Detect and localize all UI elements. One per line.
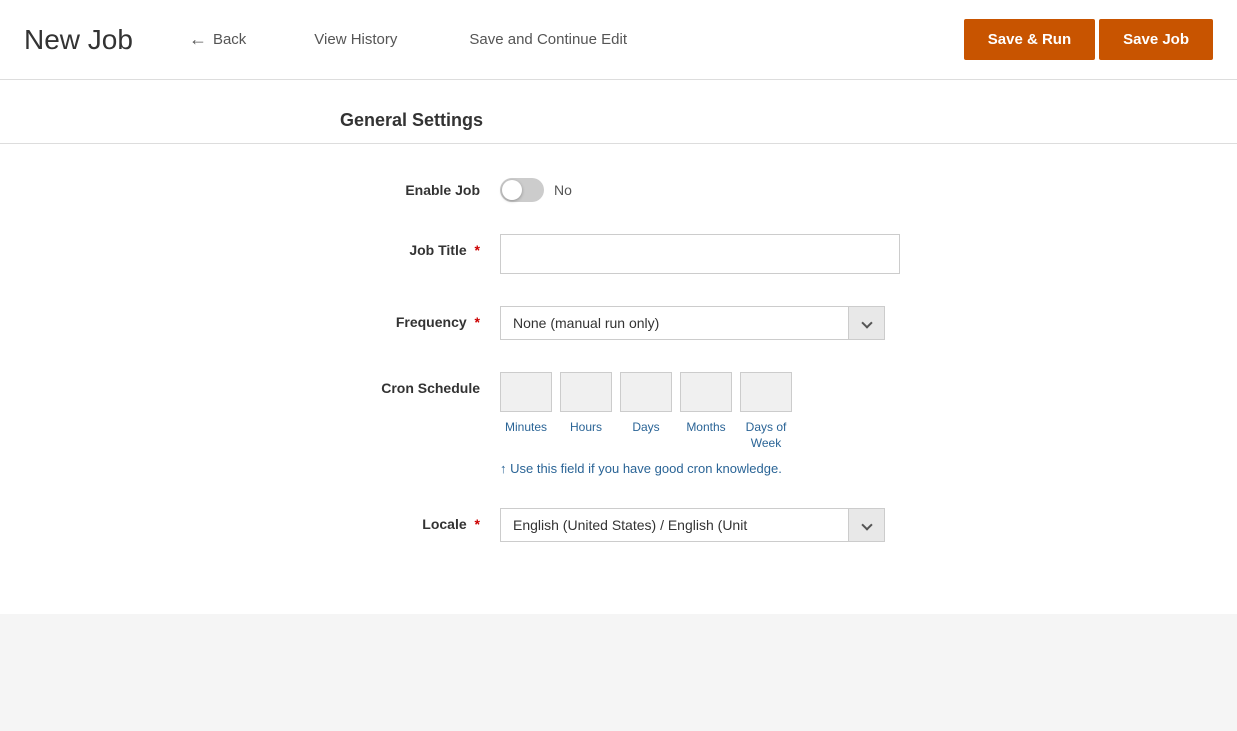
cron-inputs-group: [500, 372, 920, 412]
enable-job-label: Enable Job: [300, 174, 500, 198]
job-title-row: Job Title *: [300, 234, 1177, 274]
locale-row: Locale * English (United States) / Engli…: [300, 508, 1177, 542]
cron-labels-group: Minutes Hours Days Months Days ofWeek: [500, 420, 920, 451]
frequency-control: None (manual run only): [500, 306, 920, 340]
locale-dropdown-button[interactable]: [848, 509, 884, 541]
cron-dow-label: Days ofWeek: [740, 420, 792, 451]
enable-job-control: No: [500, 174, 920, 202]
back-arrow-icon: ←: [189, 29, 207, 50]
view-history-button[interactable]: View History: [294, 23, 417, 56]
frequency-dropdown-button[interactable]: [848, 307, 884, 339]
save-job-button[interactable]: Save Job: [1099, 19, 1213, 60]
cron-hours-label: Hours: [560, 420, 612, 451]
locale-label: Locale *: [300, 508, 500, 532]
frequency-row: Frequency * None (manual run only): [300, 306, 1177, 340]
locale-select-wrapper: English (United States) / English (Unit: [500, 508, 885, 542]
enable-job-row: Enable Job No: [300, 174, 1177, 202]
cron-schedule-label: Cron Schedule: [300, 372, 500, 396]
back-label: Back: [213, 31, 246, 48]
locale-control: English (United States) / English (Unit: [500, 508, 920, 542]
section-title: General Settings: [0, 110, 1237, 144]
locale-required-star: *: [475, 516, 480, 532]
frequency-select-wrapper: None (manual run only): [500, 306, 885, 340]
chevron-down-icon: [861, 520, 872, 531]
job-title-label: Job Title *: [300, 234, 500, 258]
cron-months-label: Months: [680, 420, 732, 451]
frequency-required-star: *: [475, 314, 480, 330]
save-continue-button[interactable]: Save and Continue Edit: [449, 23, 647, 56]
back-button[interactable]: ← Back: [173, 21, 262, 58]
cron-schedule-row: Cron Schedule Minutes Hours Days Months …: [300, 372, 1177, 476]
cron-minutes-label: Minutes: [500, 420, 552, 451]
toggle-wrapper: No: [500, 174, 920, 202]
job-title-control: [500, 234, 920, 274]
save-run-button[interactable]: Save & Run: [964, 19, 1095, 60]
cron-dow-input[interactable]: [740, 372, 792, 412]
toggle-knob: [502, 180, 522, 200]
chevron-down-icon: [861, 317, 872, 328]
cron-minutes-input[interactable]: [500, 372, 552, 412]
form-container: Enable Job No Job Title *: [0, 174, 1237, 542]
cron-days-label: Days: [620, 420, 672, 451]
enable-job-toggle[interactable]: [500, 178, 544, 202]
cron-days-input[interactable]: [620, 372, 672, 412]
main-content: General Settings Enable Job No Job Title…: [0, 80, 1237, 614]
page-title: New Job: [24, 24, 133, 56]
job-title-input[interactable]: [500, 234, 900, 274]
frequency-selected-value: None (manual run only): [501, 307, 848, 339]
cron-hours-input[interactable]: [560, 372, 612, 412]
cron-hint: ↑ Use this field if you have good cron k…: [500, 461, 920, 476]
toggle-status-label: No: [554, 182, 572, 198]
locale-selected-value: English (United States) / English (Unit: [501, 509, 848, 541]
cron-months-input[interactable]: [680, 372, 732, 412]
job-title-required-star: *: [475, 242, 480, 258]
frequency-label: Frequency *: [300, 306, 500, 330]
header: New Job ← Back View History Save and Con…: [0, 0, 1237, 80]
header-actions: Save & Run Save Job: [964, 19, 1213, 60]
cron-schedule-control: Minutes Hours Days Months Days ofWeek ↑ …: [500, 372, 920, 476]
